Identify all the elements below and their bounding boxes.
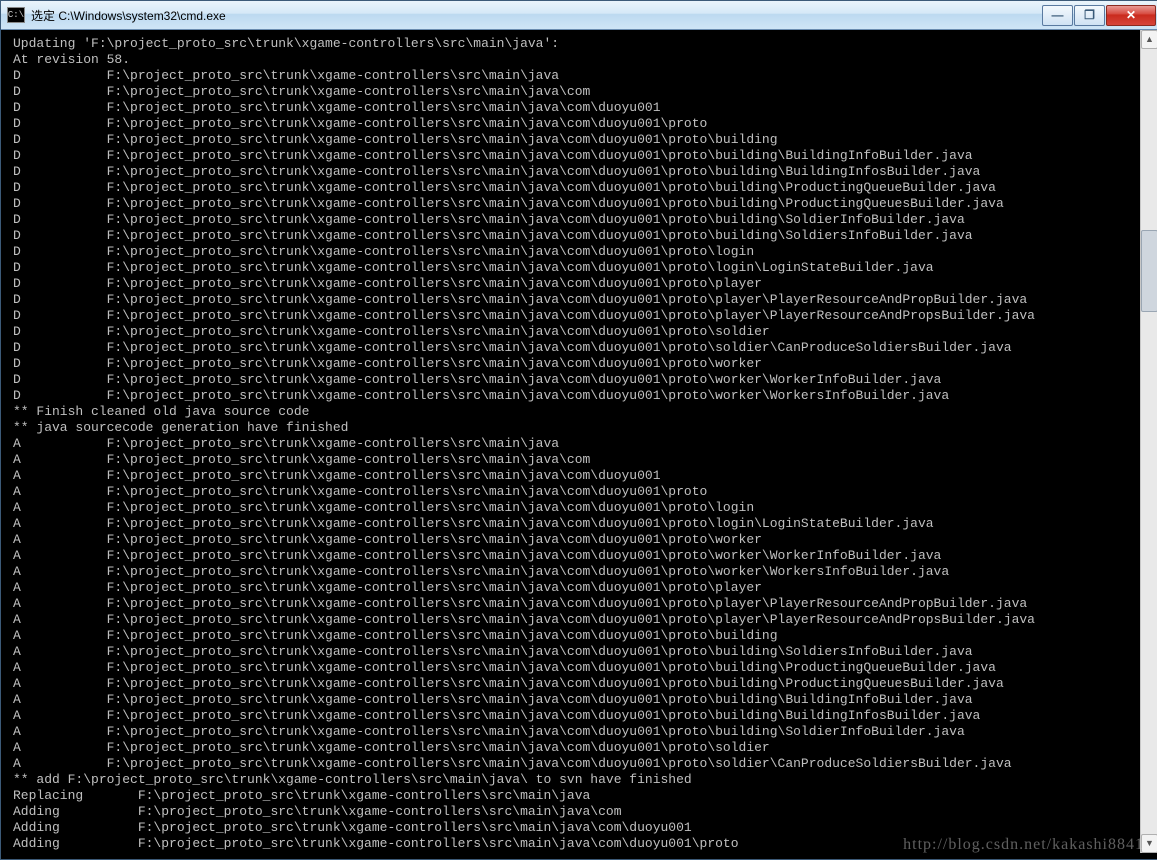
- close-button[interactable]: ✕: [1106, 5, 1156, 26]
- minimize-button[interactable]: —: [1042, 5, 1073, 26]
- console-output: Updating 'F:\project_proto_src\trunk\xga…: [13, 36, 1152, 852]
- vertical-scrollbar[interactable]: ▲ ▼: [1140, 30, 1157, 853]
- cmd-window: C:\ 选定 C:\Windows\system32\cmd.exe — ❐ ✕…: [0, 0, 1157, 860]
- console-client-area[interactable]: Updating 'F:\project_proto_src\trunk\xga…: [7, 30, 1152, 853]
- window-title: 选定 C:\Windows\system32\cmd.exe: [31, 7, 1042, 24]
- scroll-thumb[interactable]: [1141, 230, 1157, 312]
- maximize-button[interactable]: ❐: [1074, 5, 1105, 26]
- scroll-up-button[interactable]: ▲: [1141, 30, 1157, 49]
- app-icon: C:\: [7, 7, 25, 23]
- titlebar[interactable]: C:\ 选定 C:\Windows\system32\cmd.exe — ❐ ✕: [1, 1, 1157, 30]
- scroll-down-button[interactable]: ▼: [1141, 834, 1157, 853]
